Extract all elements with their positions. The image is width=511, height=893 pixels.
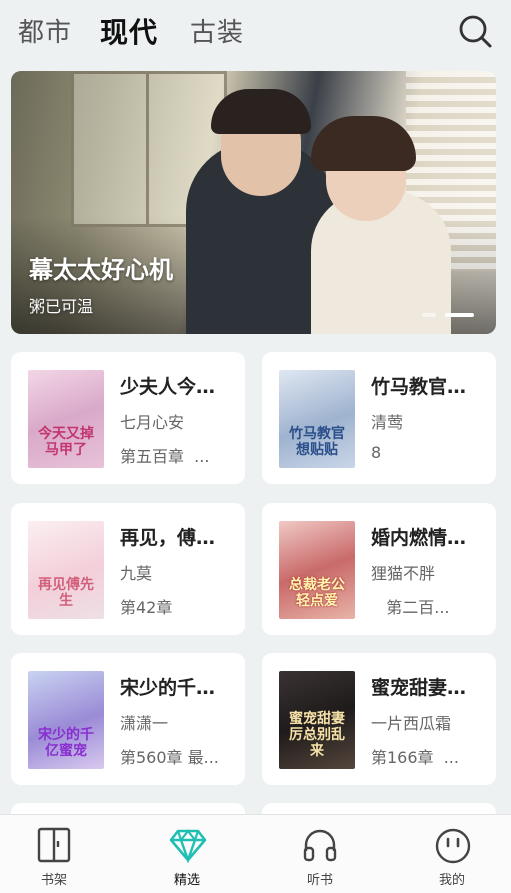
book-cover: 宋少的千亿蜜宠 xyxy=(28,671,104,769)
book-card[interactable]: 竹马教官想贴贴 竹马教官一想贴贴 清莺 8 xyxy=(262,352,496,484)
book-cover: 蜜宠甜妻厉总别乱来 xyxy=(279,671,355,769)
nav-label: 听书 xyxy=(306,873,333,888)
book-chapter: 第五百章 ... xyxy=(120,447,210,466)
book-cover: 再见傅先生 xyxy=(28,521,104,619)
bottom-nav: 书架 精选 听书 我的 xyxy=(0,814,511,893)
book-author: 七月心安 xyxy=(120,413,185,432)
carousel-dot[interactable] xyxy=(422,313,436,317)
nav-featured[interactable]: 精选 xyxy=(142,815,232,893)
book-chapter: 第二百... xyxy=(371,598,450,617)
book-cover: 总裁老公轻点爱 xyxy=(279,521,355,619)
book-title: 少夫人今天又掉马甲了 xyxy=(120,376,232,398)
book-cover: 今天又掉马甲了 xyxy=(28,370,104,468)
tab-guzhuang[interactable]: 古装 xyxy=(190,12,244,49)
book-title: 再见，傅先生 xyxy=(120,527,232,549)
book-author: 狸猫不胖 xyxy=(371,564,436,583)
book-card[interactable]: 蜜宠甜妻厉总别乱来 蜜宠甜妻：厉总别乱来 一片西瓜霜 第166章 ... xyxy=(262,653,496,785)
nav-audiobook[interactable]: 听书 xyxy=(275,815,365,893)
book-chapter: 第166章 ... xyxy=(371,748,459,767)
nav-label: 书架 xyxy=(40,873,67,888)
bookshelf-icon xyxy=(37,827,71,863)
diamond-icon xyxy=(169,829,207,863)
banner-author: 粥已可温 xyxy=(29,297,94,316)
tab-xiandai[interactable]: 现代 xyxy=(100,11,158,51)
book-card[interactable]: 宋少的千亿蜜宠 宋少的千亿蜜宠 潇潇一 第560章 最... xyxy=(11,653,245,785)
nav-profile[interactable]: 我的 xyxy=(407,815,497,893)
tab-dushi[interactable]: 都市 xyxy=(18,12,72,49)
book-author: 潇潇一 xyxy=(120,714,169,733)
carousel-dot-active[interactable] xyxy=(445,313,474,317)
nav-label: 精选 xyxy=(173,873,200,888)
book-title: 宋少的千亿蜜宠 xyxy=(120,677,232,699)
book-chapter: 8 xyxy=(371,443,382,462)
book-chapter: 第560章 最... xyxy=(120,748,219,767)
book-card[interactable]: 今天又掉马甲了 少夫人今天又掉马甲了 七月心安 第五百章 ... xyxy=(11,352,245,484)
book-card[interactable]: 总裁老公轻点爱 婚内燃情：总裁老公轻点爱 狸猫不胖 第二百... xyxy=(262,503,496,635)
book-author: 清莺 xyxy=(371,413,404,432)
book-cover: 竹马教官想贴贴 xyxy=(279,370,355,468)
search-icon[interactable] xyxy=(457,13,493,49)
book-title: 竹马教官一想贴贴 xyxy=(371,376,483,398)
top-tab-bar: 都市 现代 古装 xyxy=(0,0,511,64)
book-title: 蜜宠甜妻：厉总别乱来 xyxy=(371,677,483,699)
book-title: 婚内燃情：总裁老公轻点爱 xyxy=(371,527,483,549)
nav-bookshelf[interactable]: 书架 xyxy=(9,815,99,893)
smiley-icon xyxy=(435,828,471,864)
banner-title: 幕太太好心机 xyxy=(29,256,173,284)
book-card[interactable]: 再见傅先生 再见，傅先生 九莫 第42章 xyxy=(11,503,245,635)
book-author: 一片西瓜霜 xyxy=(371,714,452,733)
featured-banner[interactable]: 幕太太好心机 粥已可温 xyxy=(11,71,496,334)
headphones-icon xyxy=(303,829,337,862)
nav-label: 我的 xyxy=(438,873,465,888)
book-chapter: 第42章 xyxy=(120,598,173,617)
book-author: 九莫 xyxy=(120,564,153,583)
